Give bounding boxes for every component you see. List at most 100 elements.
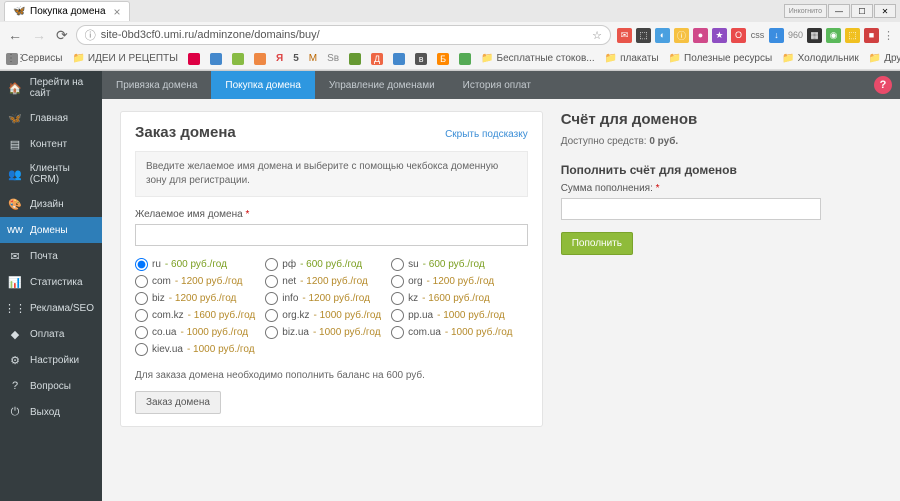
sidebar-item[interactable]: ▤Контент (0, 131, 102, 157)
sidebar-item[interactable]: 📊Статистика (0, 269, 102, 295)
tld-radio[interactable] (391, 258, 404, 271)
tld-option[interactable]: com - 1200 руб./год (135, 275, 255, 288)
domain-input[interactable] (135, 224, 528, 246)
close-icon[interactable]: × (114, 5, 121, 19)
ext-icon[interactable]: ▦ (807, 28, 822, 43)
tld-radio[interactable] (265, 309, 278, 322)
tld-option[interactable]: рф - 600 руб./год (265, 258, 381, 271)
bookmark[interactable]: Б (437, 53, 449, 65)
sidebar-item[interactable]: ◆Оплата (0, 321, 102, 347)
ext-icon[interactable]: ■ (864, 28, 879, 43)
tld-radio[interactable] (265, 258, 278, 271)
bookmark[interactable] (459, 53, 471, 65)
tld-option[interactable]: org - 1200 руб./год (391, 275, 512, 288)
tld-option[interactable]: biz.ua - 1000 руб./год (265, 326, 381, 339)
topnav-item[interactable]: Привязка домена (102, 71, 211, 99)
tld-option[interactable]: ru - 600 руб./год (135, 258, 255, 271)
bookmark[interactable] (210, 53, 222, 65)
bookmark[interactable]: Я (276, 53, 283, 64)
tld-option[interactable]: kiev.ua - 1000 руб./год (135, 343, 255, 356)
ext-icon[interactable]: ↓ (769, 28, 784, 43)
maximize-icon[interactable]: ☐ (851, 4, 873, 18)
ext-icon[interactable]: ⓘ (674, 28, 689, 43)
tld-radio[interactable] (265, 326, 278, 339)
help-icon[interactable]: ? (874, 76, 892, 94)
tld-radio[interactable] (135, 309, 148, 322)
bookmark-folder[interactable]: 📁Холодильник (782, 53, 859, 64)
bookmark[interactable] (349, 53, 361, 65)
tld-radio[interactable] (265, 292, 278, 305)
bookmark-folder[interactable]: 📁Бесплатные стоков... (481, 53, 595, 64)
bookmark[interactable] (232, 53, 244, 65)
tld-radio[interactable] (135, 326, 148, 339)
sidebar-item[interactable]: ?Вопросы (0, 373, 102, 399)
tld-radio[interactable] (391, 326, 404, 339)
tld-option[interactable]: org.kz - 1000 руб./год (265, 309, 381, 322)
tld-option[interactable]: com.ua - 1000 руб./год (391, 326, 512, 339)
sidebar-item[interactable]: 👥Клиенты (CRM) (0, 157, 102, 191)
tld-radio[interactable] (391, 292, 404, 305)
ext-icon[interactable]: ✉ (617, 28, 632, 43)
forward-icon[interactable]: → (30, 27, 48, 43)
bookmark-folder[interactable]: 📁Полезные ресурсы (669, 53, 773, 64)
browser-tab[interactable]: 🦋 Покупка домена × (4, 1, 130, 21)
ext-icon[interactable]: css (750, 28, 765, 43)
bookmark[interactable]: Sв (327, 53, 339, 64)
tld-radio[interactable] (135, 343, 148, 356)
topup-button[interactable]: Пополнить (561, 232, 633, 255)
tld-option[interactable]: com.kz - 1600 руб./год (135, 309, 255, 322)
bookmark[interactable] (393, 53, 405, 65)
tld-radio[interactable] (265, 275, 278, 288)
sidebar-item[interactable]: 🎨Дизайн (0, 191, 102, 217)
ext-icon[interactable]: ★ (712, 28, 727, 43)
tld-option[interactable]: kz - 1600 руб./год (391, 292, 512, 305)
bookmark[interactable]: M (309, 53, 317, 64)
tld-radio[interactable] (135, 258, 148, 271)
minimize-icon[interactable]: — (828, 4, 850, 18)
topnav-item[interactable]: История оплат (449, 71, 545, 99)
tld-option[interactable]: su - 600 руб./год (391, 258, 512, 271)
bookmark-other[interactable]: 📁Другие закладки (869, 53, 900, 64)
ext-icon[interactable]: O (731, 28, 746, 43)
tld-radio[interactable] (135, 292, 148, 305)
sum-input[interactable] (561, 198, 821, 220)
sidebar-item[interactable]: 🏠Перейти на сайт (0, 71, 102, 105)
sidebar-item[interactable]: ⏻Выход (0, 399, 102, 425)
ext-icon[interactable]: ● (693, 28, 708, 43)
sidebar-item[interactable]: ⚙Настройки (0, 347, 102, 373)
sidebar-item[interactable]: wwДомены (0, 217, 102, 243)
bookmark-apps[interactable]: ⋮⋮Сервисы (6, 53, 62, 65)
ext-icon[interactable]: ◐ (655, 28, 670, 43)
bookmark[interactable] (188, 53, 200, 65)
ext-icon[interactable]: ⬚ (845, 28, 860, 43)
ext-icon[interactable]: ⬚ (636, 28, 651, 43)
address-bar[interactable]: ⓘ site-0bd3cf0.umi.ru/adminzone/domains/… (76, 25, 611, 45)
star-icon[interactable]: ☆ (592, 29, 602, 42)
tld-option[interactable]: co.ua - 1000 руб./год (135, 326, 255, 339)
close-window-icon[interactable]: ✕ (874, 4, 896, 18)
tld-option[interactable]: net - 1200 руб./год (265, 275, 381, 288)
tld-option[interactable]: info - 1200 руб./год (265, 292, 381, 305)
order-button[interactable]: Заказ домена (135, 391, 221, 414)
sidebar-item[interactable]: ⋮⋮Реклама/SEO (0, 295, 102, 321)
tld-option[interactable]: pp.ua - 1000 руб./год (391, 309, 512, 322)
bookmark-folder[interactable]: 📁плакаты (605, 53, 659, 64)
topnav-item[interactable]: Покупка домена (211, 71, 315, 99)
back-icon[interactable]: ← (6, 27, 24, 43)
bookmark[interactable] (254, 53, 266, 65)
menu-icon[interactable]: ⋮ (883, 29, 894, 42)
bookmark[interactable]: в (415, 53, 427, 65)
sidebar-item[interactable]: 🦋Главная (0, 105, 102, 131)
bookmark[interactable]: Д (371, 53, 383, 65)
tld-radio[interactable] (391, 309, 404, 322)
tld-option[interactable]: biz - 1200 руб./год (135, 292, 255, 305)
reload-icon[interactable]: ⟳ (54, 27, 70, 44)
tld-radio[interactable] (391, 275, 404, 288)
hide-hint-link[interactable]: Скрыть подсказку (445, 129, 528, 140)
bookmark[interactable]: 5 (293, 53, 299, 64)
ext-icon[interactable]: ◉ (826, 28, 841, 43)
bookmark-folder[interactable]: 📁ИДЕИ И РЕЦЕПТЫ (72, 53, 178, 64)
topnav-item[interactable]: Управление доменами (315, 71, 449, 99)
tld-radio[interactable] (135, 275, 148, 288)
sidebar-item[interactable]: ✉Почта (0, 243, 102, 269)
